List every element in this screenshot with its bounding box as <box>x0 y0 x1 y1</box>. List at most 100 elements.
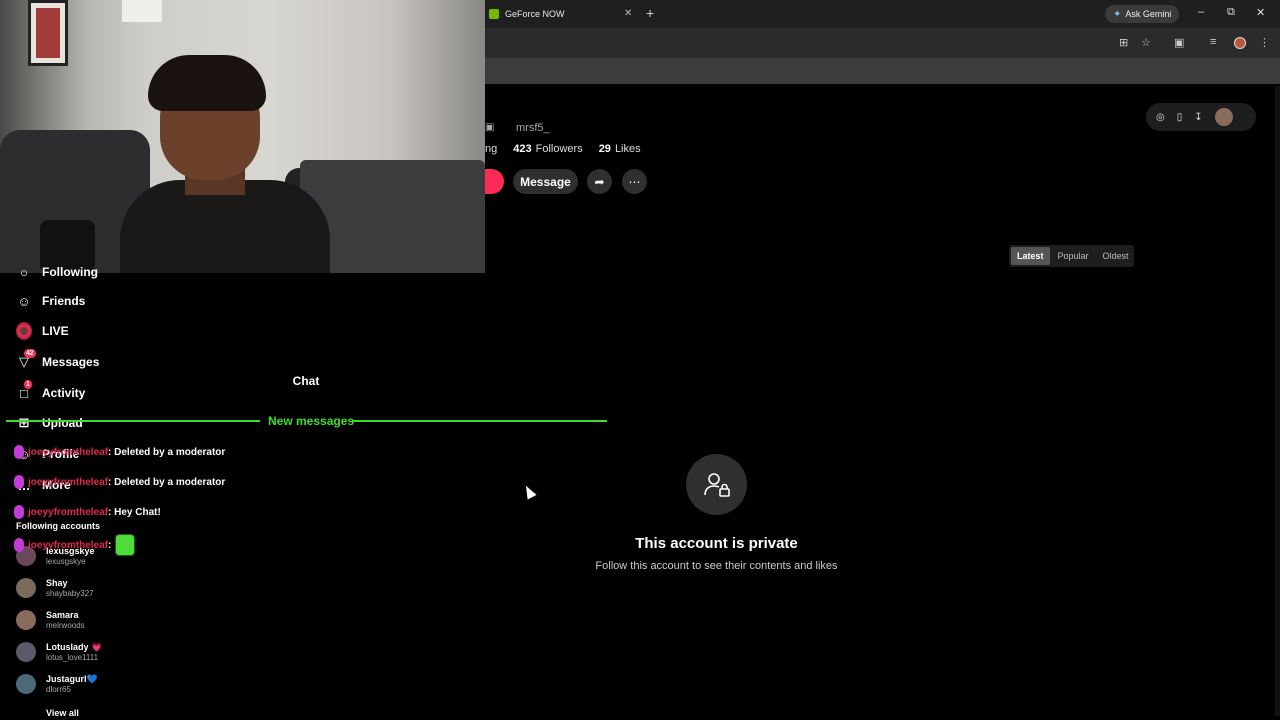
reading-list-icon[interactable]: ≡ <box>1210 36 1216 48</box>
browser-tab-bar: GeForce NOW ✕ + ✦ Ask Gemini – ⧉ ✕ <box>485 0 1280 28</box>
view-all-link[interactable]: View all <box>46 706 79 720</box>
device-icon[interactable]: ▯ <box>1177 112 1183 123</box>
sidebar-item-activity[interactable]: □ 1 Activity <box>16 380 86 403</box>
following-account-row[interactable]: Lotuslady 💗 lotus_love1111 <box>16 639 102 665</box>
account-name: Lotuslady 💗 <box>46 641 103 652</box>
chat-message: joeyyfromtheleaf : <box>14 533 136 557</box>
restore-window-icon[interactable]: ⧉ <box>1227 6 1235 19</box>
chat-title: Chat <box>292 374 320 388</box>
live-icon <box>16 322 32 340</box>
download-icon[interactable]: ↧ <box>1194 112 1202 123</box>
likes-count: 29 <box>598 143 611 155</box>
messages-icon: ▽ 42 <box>19 349 36 369</box>
coins-icon[interactable]: ◎ <box>1156 112 1165 123</box>
video-sort-tabs: Latest Popular Oldest <box>1009 245 1134 267</box>
avatar <box>16 674 36 694</box>
following-account-row[interactable]: Samara melrwoods <box>16 607 85 633</box>
activity-count-badge: 1 <box>24 380 32 389</box>
chat-username: joeyyfromtheleaf <box>28 446 109 458</box>
page-scrollbar[interactable] <box>1275 86 1280 716</box>
account-name: Shay <box>46 577 68 588</box>
private-account-icon <box>686 454 747 515</box>
followers-count: 423 <box>513 143 532 155</box>
user-avatar[interactable] <box>1214 108 1233 126</box>
avatar <box>16 578 36 598</box>
chat-message: joeyyfromtheleaf : Hey Chat! <box>14 503 161 521</box>
gemini-sparkle-icon: ✦ <box>1113 8 1122 20</box>
tab-oldest[interactable]: Oldest <box>1097 247 1135 265</box>
green-emote-icon <box>115 534 136 556</box>
following-account-row[interactable]: Justagurl💙 dlorr65 <box>16 671 98 697</box>
mouse-cursor-icon <box>521 483 537 500</box>
message-button[interactable]: Message <box>513 169 578 194</box>
close-window-icon[interactable]: ✕ <box>1256 6 1265 19</box>
friends-icon: ☺ <box>17 293 31 309</box>
account-name: Samara <box>46 609 79 620</box>
wall-shelf <box>122 0 162 22</box>
tab-title: GeForce NOW <box>505 9 565 19</box>
sidebar-item-label: Activity <box>42 386 86 400</box>
viewer-badge-icon <box>14 538 24 552</box>
close-tab-icon[interactable]: ✕ <box>624 8 632 19</box>
browser-toolbar: ⊞ ☆ ▣ ≡ ⋮ <box>485 28 1280 58</box>
new-messages-divider: New messages <box>6 414 607 428</box>
private-account-subtitle: Follow this account to see their content… <box>595 560 838 572</box>
install-app-icon[interactable]: ⊞ <box>1119 36 1128 49</box>
browser-tab-geforce-now[interactable]: GeForce NOW ✕ <box>485 0 640 28</box>
account-handle: shaybaby327 <box>46 588 94 598</box>
private-account-title: This account is private <box>635 535 798 552</box>
address-bar[interactable] <box>493 32 1108 54</box>
profile-stats: ng 423 Followers 29 Likes <box>485 143 641 155</box>
follow-button[interactable] <box>485 169 504 194</box>
following-icon: ○ <box>20 264 28 280</box>
sidebar-item-following[interactable]: ○ Following <box>16 262 98 282</box>
lock-icon: ▣ <box>485 122 495 133</box>
viewer-badge-icon <box>14 475 24 489</box>
chat-text: : <box>108 539 112 551</box>
following-label-fragment: ng <box>485 143 498 155</box>
sidebar-item-label: LIVE <box>42 324 69 338</box>
side-panel-icon[interactable]: ▣ <box>1174 36 1184 49</box>
pink-heart-icon: 💗 <box>91 641 103 652</box>
sidebar-item-label: Messages <box>42 355 100 369</box>
bookmark-star-icon[interactable]: ☆ <box>1141 36 1151 49</box>
sidebar-item-label: Following <box>42 265 98 279</box>
more-options-icon[interactable]: ⋯ <box>622 169 647 194</box>
sidebar-item-friends[interactable]: ☺ Friends <box>16 291 85 311</box>
share-icon[interactable]: ➦ <box>587 169 612 194</box>
sidebar-item-label: Friends <box>42 294 86 308</box>
new-messages-label: New messages <box>268 414 355 428</box>
account-handle: lexusgskye <box>46 556 86 566</box>
sidebar-item-live[interactable]: LIVE <box>16 321 69 341</box>
divider-line <box>352 420 607 422</box>
profile-username: mrsf5_ <box>516 122 550 134</box>
bookmarks-bar <box>485 58 1280 84</box>
followers-label: Followers <box>535 143 583 155</box>
ask-gemini-button[interactable]: ✦ Ask Gemini <box>1105 5 1180 23</box>
avatar <box>16 642 36 662</box>
geforce-now-favicon-icon <box>489 9 499 19</box>
tab-latest[interactable]: Latest <box>1011 247 1050 265</box>
browser-profile-avatar[interactable] <box>1234 37 1246 49</box>
account-handle: melrwoods <box>46 620 85 630</box>
chat-message: joeyyfromtheleaf : Deleted by a moderato… <box>14 473 225 491</box>
browser-menu-icon[interactable]: ⋮ <box>1259 36 1270 49</box>
following-account-row[interactable]: Shay shaybaby327 <box>16 575 94 601</box>
wall-picture-frame <box>28 0 68 66</box>
chat-text: : Deleted by a moderator <box>108 446 226 458</box>
account-handle: lotus_love1111 <box>46 652 99 662</box>
header-tools: ◎ ▯ ↧ <box>1146 103 1256 131</box>
chat-text: : Hey Chat! <box>108 506 161 518</box>
minimize-window-icon[interactable]: – <box>1198 6 1204 18</box>
tab-popular[interactable]: Popular <box>1052 247 1095 265</box>
chat-text: : Deleted by a moderator <box>108 476 226 488</box>
messages-count-badge: 42 <box>24 349 36 358</box>
account-name: Justagurl💙 <box>46 673 98 684</box>
viewer-badge-icon <box>14 505 24 519</box>
chat-username: joeyyfromtheleaf <box>28 506 109 518</box>
divider-line <box>6 420 260 422</box>
webcam-overlay <box>0 0 485 273</box>
chat-username: joeyyfromtheleaf <box>28 476 109 488</box>
new-tab-icon[interactable]: + <box>646 5 654 21</box>
sidebar-item-messages[interactable]: ▽ 42 Messages <box>16 349 100 372</box>
